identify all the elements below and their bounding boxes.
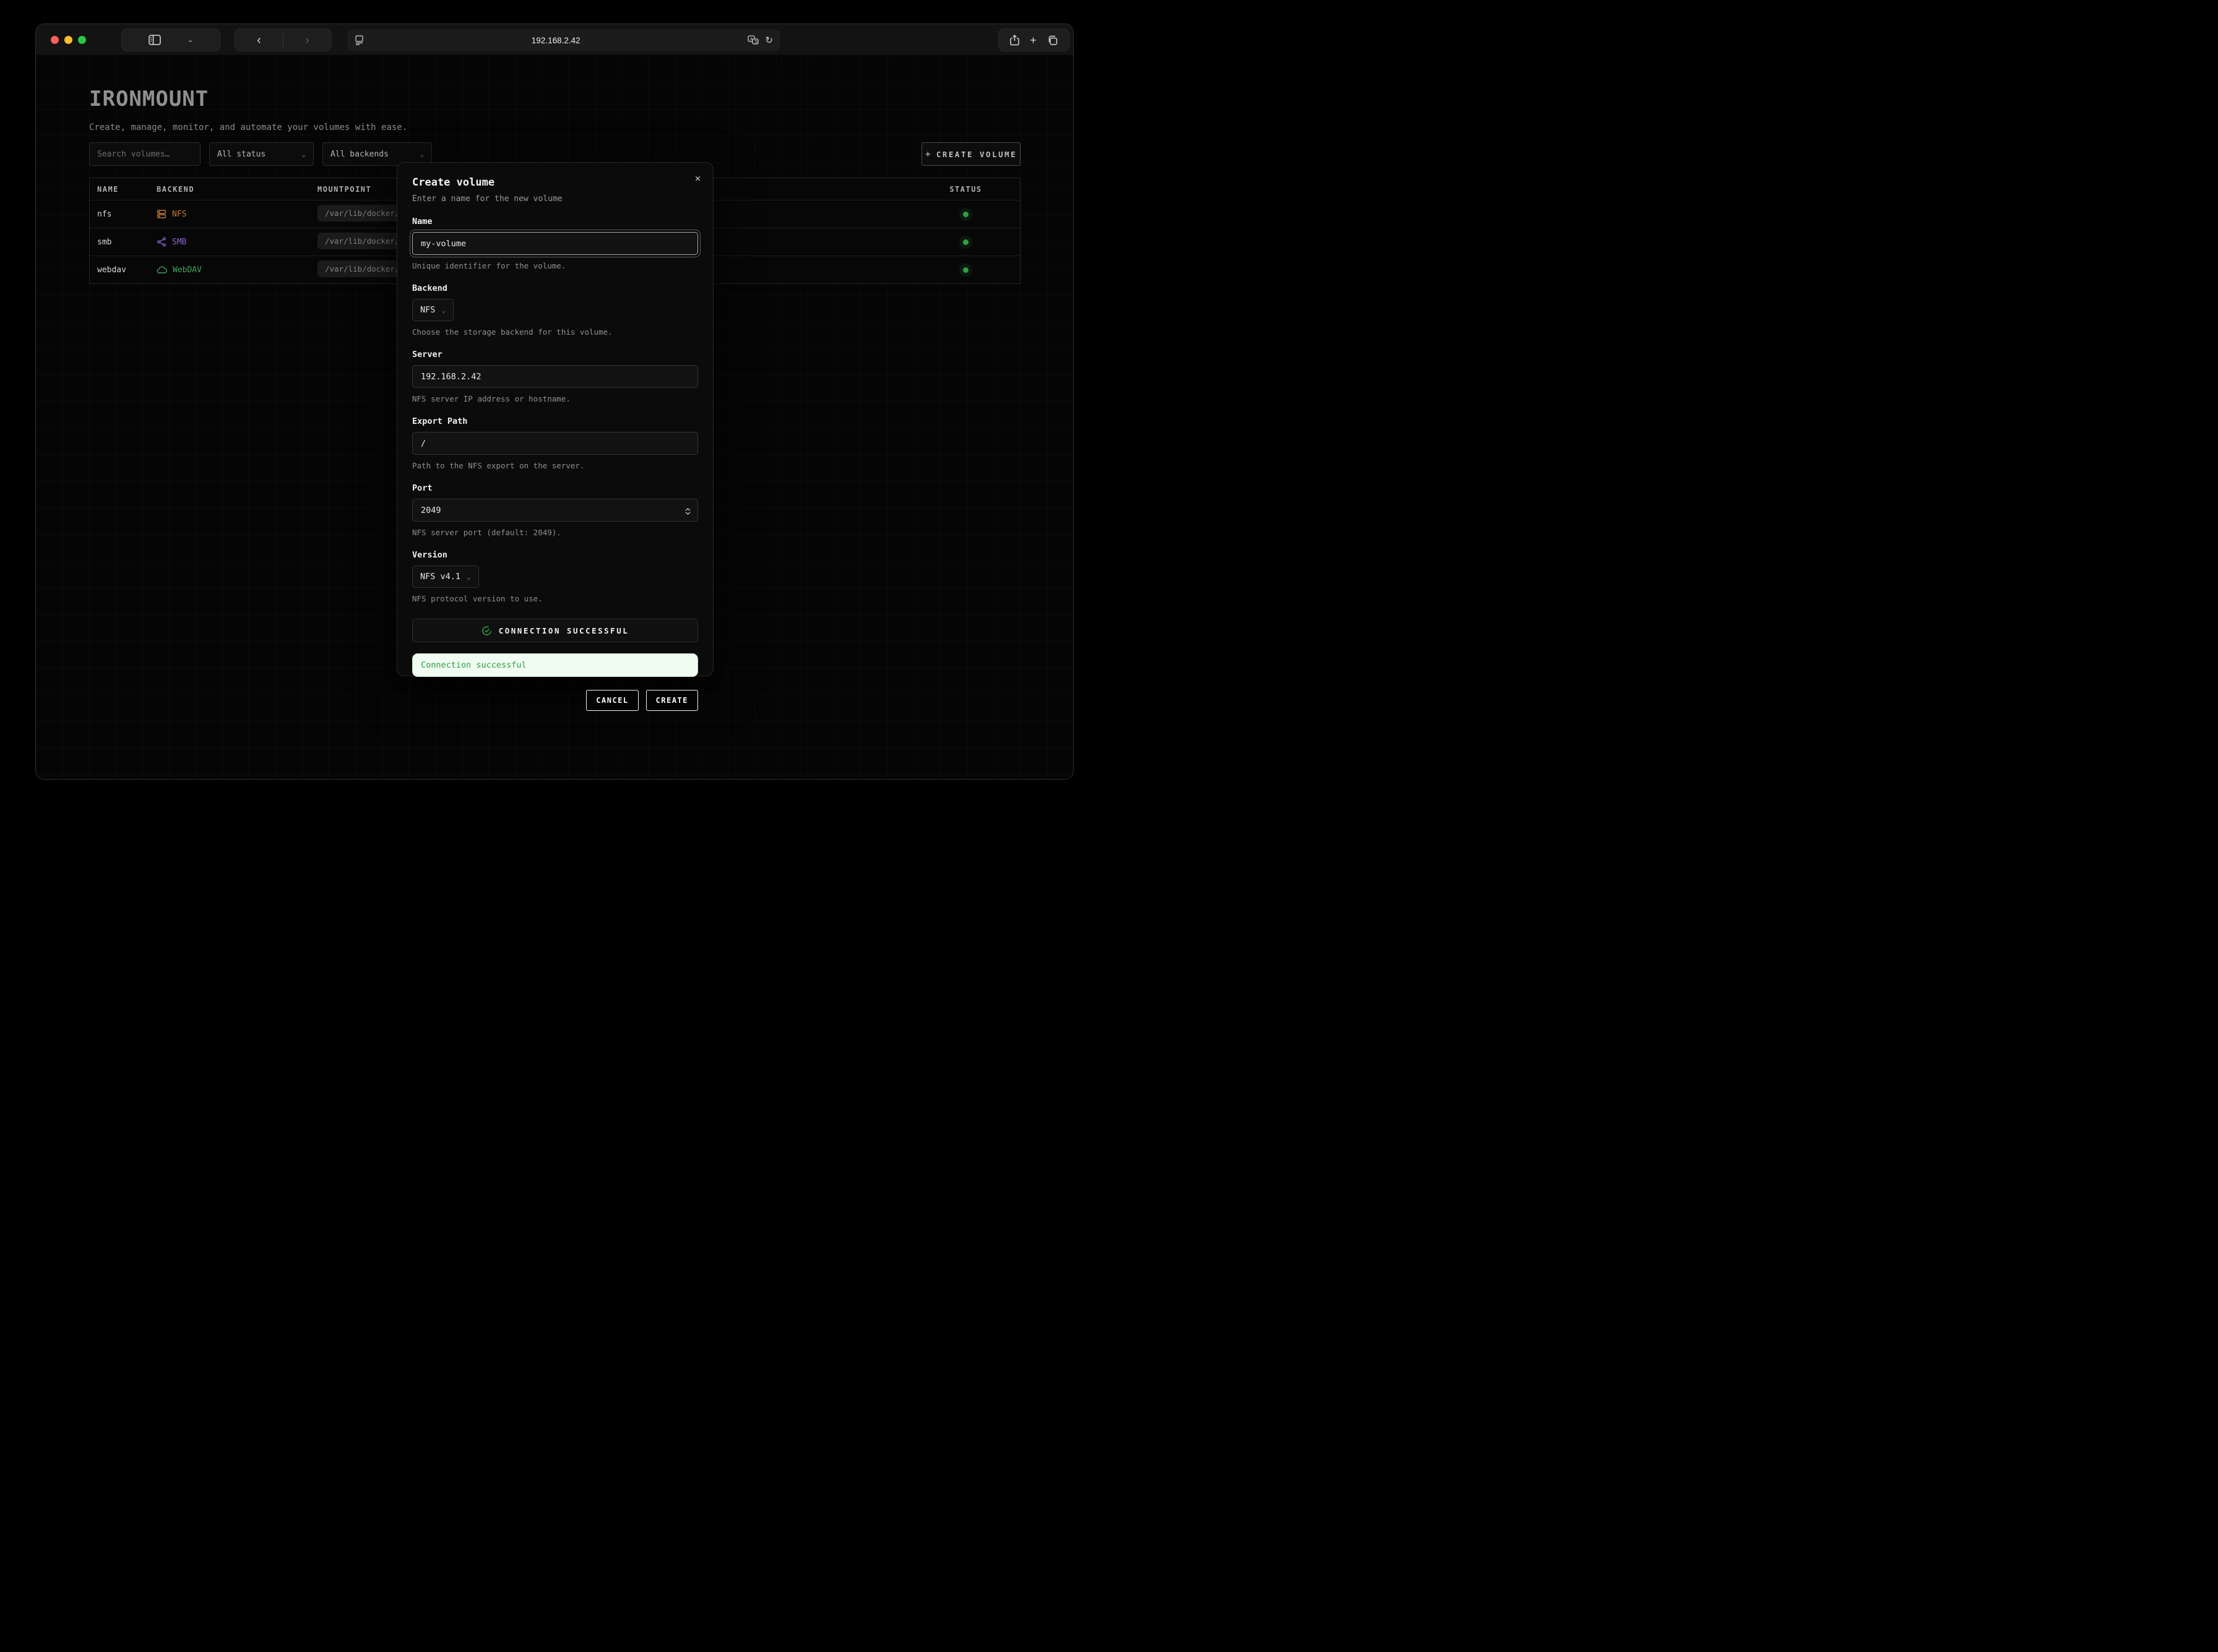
zoom-window-button[interactable]: [78, 36, 86, 44]
page-subtitle: Create, manage, monitor, and automate yo…: [89, 123, 407, 132]
back-button[interactable]: ‹: [257, 34, 261, 46]
share-icon[interactable]: [1010, 35, 1019, 46]
status-filter-select[interactable]: All status ⌄: [209, 142, 314, 166]
modal-title: Create volume: [412, 176, 698, 189]
share-network-icon: [157, 237, 166, 247]
test-connection-label: CONNECTION SUCCESSFUL: [499, 626, 629, 635]
cancel-button[interactable]: CANCEL: [586, 690, 638, 711]
status-dot: [963, 239, 969, 245]
reload-icon[interactable]: ↻: [765, 35, 773, 46]
forward-button[interactable]: ›: [305, 34, 309, 46]
check-circle-icon: [481, 626, 492, 636]
search-input[interactable]: [89, 142, 201, 166]
backend-filter-label: All backends: [330, 150, 389, 159]
browser-titlebar: ⌄ ‹ › 192.168.2.42 A: [36, 24, 1073, 56]
backend-select[interactable]: NFS ⌄: [412, 299, 454, 321]
server-help: NFS server IP address or hostname.: [412, 394, 698, 403]
backend-label: SMB: [172, 238, 186, 247]
export-path-help: Path to the NFS export on the server.: [412, 461, 698, 470]
sidebar-icon: [149, 35, 161, 45]
create-button[interactable]: CREATE: [646, 690, 698, 711]
version-select[interactable]: NFS v4.1 ⌄: [412, 566, 479, 588]
plus-icon: +: [925, 148, 931, 160]
close-window-button[interactable]: [51, 36, 59, 44]
create-volume-label: CREATE VOLUME: [936, 150, 1017, 159]
new-tab-button[interactable]: +: [1030, 35, 1037, 46]
cloud-icon: [157, 265, 167, 274]
col-status: STATUS: [912, 185, 1020, 194]
backend-label: WebDAV: [173, 265, 202, 275]
close-icon[interactable]: ✕: [695, 173, 701, 184]
port-field[interactable]: [412, 499, 698, 522]
chevron-down-icon: ⌄: [467, 573, 471, 581]
svg-text:文: 文: [754, 39, 759, 45]
ironmount-page: IRONMOUNT Create, manage, monitor, and a…: [36, 56, 1073, 780]
name-label: Name: [412, 217, 698, 226]
url-text: 192.168.2.42: [364, 36, 748, 45]
volume-name: nfs: [90, 210, 157, 219]
chevron-down-icon: ⌄: [420, 150, 424, 158]
tab-overview-icon[interactable]: [1047, 35, 1058, 45]
create-volume-button[interactable]: + CREATE VOLUME: [921, 142, 1021, 166]
titlebar-right-buttons: +: [998, 28, 1069, 51]
volume-name: smb: [90, 238, 157, 247]
status-dot: [963, 267, 969, 273]
number-stepper-icon[interactable]: [685, 508, 691, 515]
connection-result-message: Connection successful: [412, 653, 698, 677]
server-icon: [157, 209, 166, 219]
page-icon: [355, 35, 364, 45]
create-volume-modal: ✕ Create volume Enter a name for the new…: [397, 162, 714, 676]
version-label: Version: [412, 550, 698, 560]
name-help: Unique identifier for the volume.: [412, 261, 698, 270]
name-field[interactable]: [412, 232, 698, 255]
translate-icon[interactable]: A 文: [748, 35, 759, 45]
chevron-down-icon: ⌄: [441, 306, 446, 314]
backend-select-value: NFS: [420, 305, 435, 315]
backend-label: Backend: [412, 283, 698, 293]
status-filter-label: All status: [217, 150, 265, 159]
chevron-down-icon: ⌄: [188, 36, 193, 44]
server-label: Server: [412, 350, 698, 359]
traffic-lights: [51, 36, 86, 44]
page-title: IRONMOUNT: [89, 87, 209, 111]
sidebar-toggle-button[interactable]: ⌄: [121, 28, 220, 51]
export-path-label: Export Path: [412, 416, 698, 426]
modal-actions: CANCEL CREATE: [412, 690, 698, 711]
port-label: Port: [412, 483, 698, 493]
col-backend: BACKEND: [157, 185, 317, 194]
volume-name: webdav: [90, 265, 157, 275]
version-help: NFS protocol version to use.: [412, 594, 698, 603]
nav-buttons: ‹ ›: [235, 28, 332, 51]
test-connection-button[interactable]: CONNECTION SUCCESSFUL: [412, 619, 698, 642]
browser-window: ⌄ ‹ › 192.168.2.42 A: [35, 24, 1074, 780]
backend-label: NFS: [172, 210, 186, 219]
backend-help: Choose the storage backend for this volu…: [412, 327, 698, 337]
minimize-window-button[interactable]: [64, 36, 72, 44]
server-field[interactable]: [412, 365, 698, 388]
export-path-field[interactable]: [412, 432, 698, 455]
status-dot: [963, 212, 969, 217]
port-help: NFS server port (default: 2049).: [412, 528, 698, 537]
version-select-value: NFS v4.1: [420, 572, 460, 582]
modal-description: Enter a name for the new volume: [412, 194, 698, 204]
chevron-down-icon: ⌄: [301, 150, 306, 158]
col-name: NAME: [90, 185, 157, 194]
address-bar[interactable]: 192.168.2.42 A 文 ↻: [347, 29, 780, 51]
